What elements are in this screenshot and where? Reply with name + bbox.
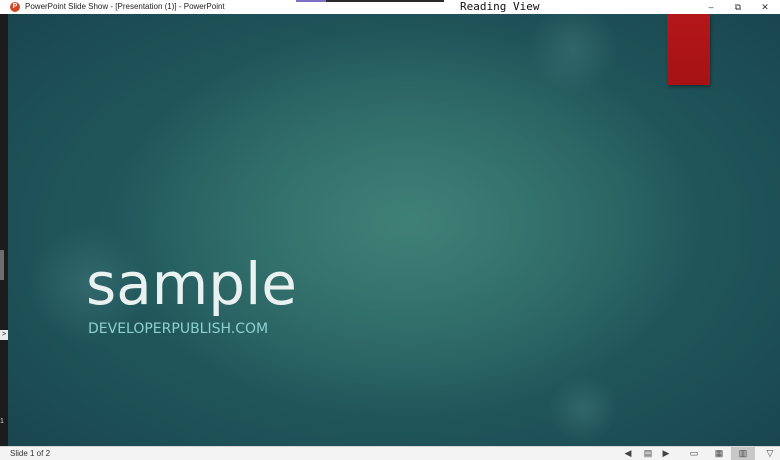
slide-menu-icon[interactable]: ▤	[638, 447, 658, 460]
close-button[interactable]: ✕	[751, 0, 779, 14]
next-icon[interactable]: ▶	[656, 447, 676, 460]
bokeh-light	[528, 14, 618, 94]
edge-mark: 1	[0, 418, 4, 425]
slide-subtitle: DEVELOPERPUBLISH.COM	[88, 321, 269, 337]
tab-accent	[296, 0, 326, 2]
previous-icon[interactable]: ◀	[618, 447, 638, 460]
slide-title: sample	[86, 250, 297, 318]
normal-view-icon[interactable]: ▭	[684, 447, 704, 460]
left-edge-panel: > 1	[0, 14, 8, 446]
slide-show-icon[interactable]: ▽	[760, 447, 780, 460]
red-accent-tab	[667, 14, 710, 85]
slide-counter: Slide 1 of 2	[10, 449, 51, 458]
restore-button[interactable]: ⧉	[724, 0, 752, 14]
minimize-button[interactable]: –	[697, 0, 725, 14]
title-tab-strip	[296, 0, 444, 2]
expand-arrow-icon[interactable]: >	[0, 330, 8, 340]
powerpoint-window: P PowerPoint Slide Show - [Presentation …	[0, 0, 780, 460]
reading-view-label: Reading View	[460, 0, 540, 13]
slide-sorter-icon[interactable]: ▦	[709, 447, 729, 460]
window-title: PowerPoint Slide Show - [Presentation (1…	[25, 2, 225, 11]
bokeh-light	[548, 374, 618, 444]
powerpoint-app-icon[interactable]: P	[10, 2, 20, 12]
title-bar: P PowerPoint Slide Show - [Presentation …	[0, 0, 780, 14]
edge-scroll-bar[interactable]	[0, 250, 4, 280]
slide-canvas[interactable]: sample DEVELOPERPUBLISH.COM	[8, 14, 780, 446]
status-bar: Slide 1 of 2 ◀ ▤ ▶ ▭ ▦ ▥ ▽	[0, 446, 780, 460]
reading-view-icon[interactable]: ▥	[731, 447, 755, 460]
